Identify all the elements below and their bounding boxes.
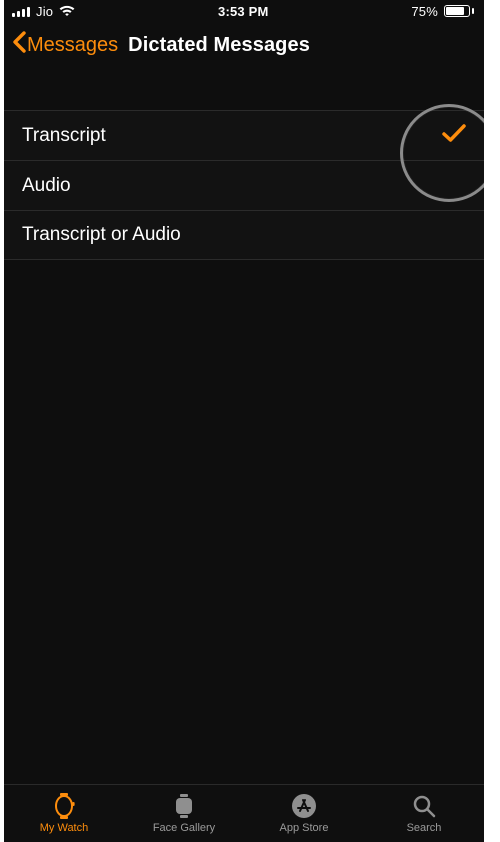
status-bar: Jio 3:53 PM 75%: [4, 0, 484, 22]
watch-icon: [53, 793, 75, 819]
options-list: Transcript Audio Transcript or Audio: [4, 110, 484, 260]
tab-bar: My Watch Face Gallery App Store: [4, 784, 484, 842]
checkmark-icon: [442, 123, 466, 149]
search-icon: [411, 793, 437, 819]
signal-bars-icon: [12, 5, 30, 17]
tab-label: Search: [407, 822, 442, 834]
tab-label: App Store: [280, 822, 329, 834]
battery-icon: [444, 5, 474, 17]
tab-search[interactable]: Search: [364, 785, 484, 842]
row-label: Transcript or Audio: [22, 224, 181, 246]
wifi-icon: [59, 5, 75, 17]
app-screen: Jio 3:53 PM 75%: [4, 0, 484, 842]
tab-face-gallery[interactable]: Face Gallery: [124, 785, 244, 842]
status-right: 75%: [411, 4, 474, 19]
tab-my-watch[interactable]: My Watch: [4, 785, 124, 842]
battery-fill: [446, 7, 464, 15]
page-title: Dictated Messages: [128, 34, 310, 57]
row-label: Transcript: [22, 125, 106, 147]
section-spacer: [4, 68, 484, 110]
face-gallery-icon: [172, 793, 196, 819]
tab-label: My Watch: [40, 822, 89, 834]
tab-label: Face Gallery: [153, 822, 215, 834]
row-transcript[interactable]: Transcript: [4, 110, 484, 160]
nav-bar: Messages Dictated Messages: [4, 22, 484, 68]
tab-app-store[interactable]: App Store: [244, 785, 364, 842]
app-store-icon: [291, 793, 317, 819]
carrier-label: Jio: [36, 4, 53, 19]
back-button[interactable]: Messages: [10, 27, 120, 63]
status-left: Jio: [12, 4, 75, 19]
chevron-left-icon: [12, 31, 26, 59]
back-label: Messages: [27, 34, 118, 57]
battery-percent: 75%: [411, 4, 438, 19]
row-transcript-or-audio[interactable]: Transcript or Audio: [4, 210, 484, 260]
status-time: 3:53 PM: [218, 4, 269, 19]
row-audio[interactable]: Audio: [4, 160, 484, 210]
row-label: Audio: [22, 175, 71, 197]
